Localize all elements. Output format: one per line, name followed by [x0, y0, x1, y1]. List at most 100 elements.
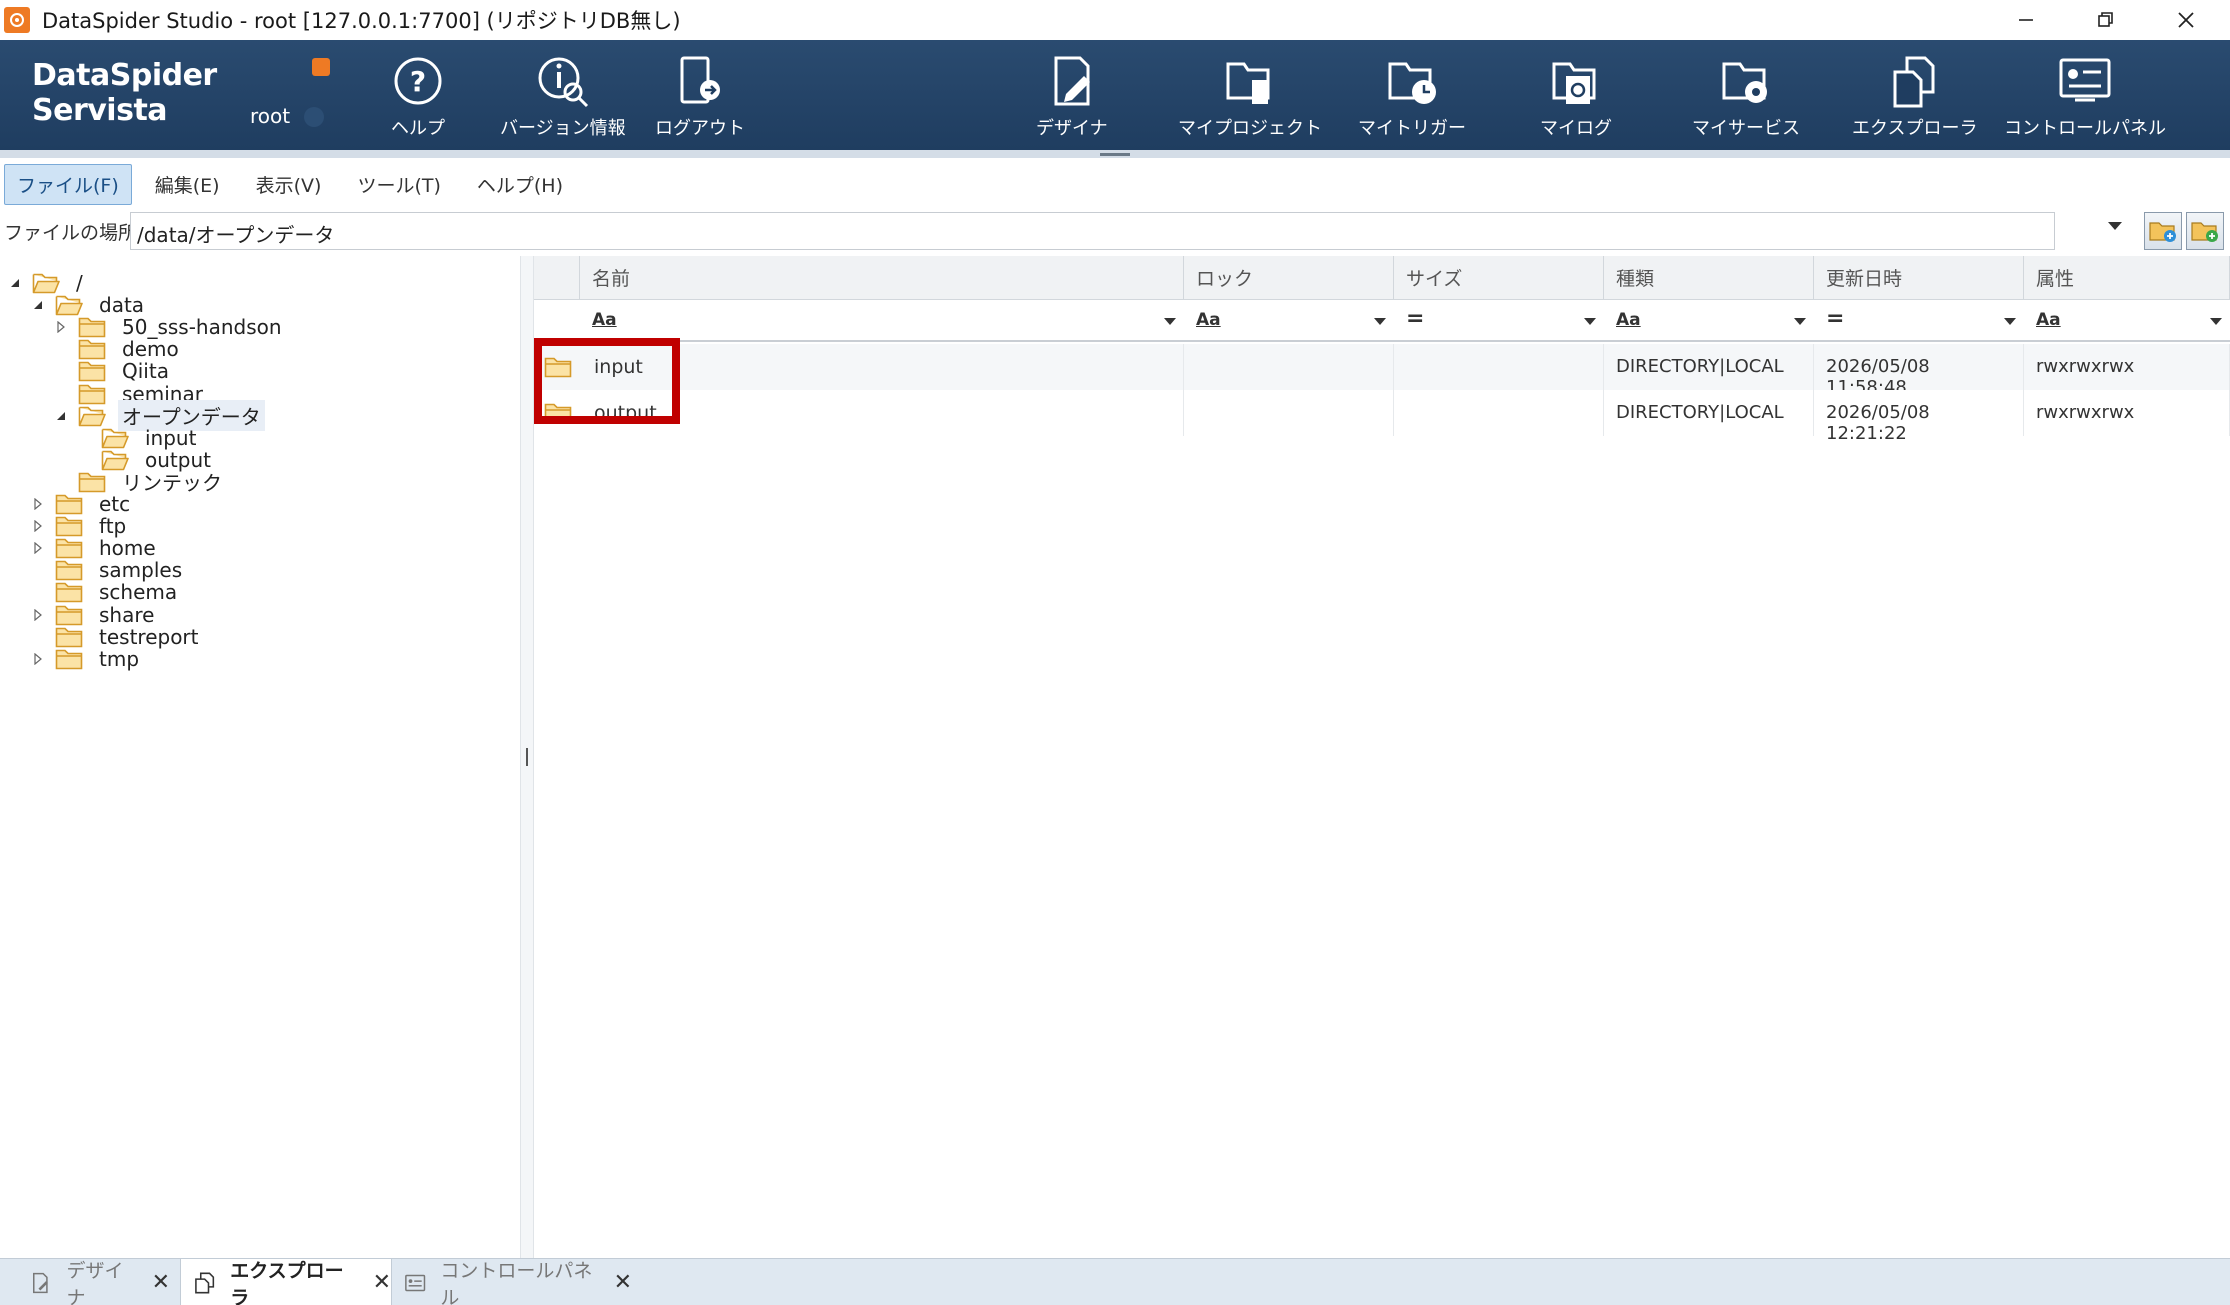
filter-kind[interactable]: Aa	[1604, 300, 1814, 342]
tab-explorer[interactable]: エクスプローラ ✕	[180, 1259, 392, 1305]
location-dropdown-icon[interactable]	[2108, 222, 2122, 230]
filter-updated[interactable]: =	[1814, 300, 2024, 342]
cell-lock	[1184, 344, 1394, 390]
my-trigger-button[interactable]: マイトリガー	[1358, 54, 1466, 144]
cell-lock	[1184, 390, 1394, 436]
expand-arrow-icon[interactable]	[31, 652, 45, 666]
filter-dropdown-icon	[1164, 318, 1176, 325]
cell-size	[1394, 344, 1604, 390]
minimize-icon	[2019, 19, 2033, 21]
column-header-kind[interactable]: 種類	[1604, 256, 1814, 300]
version-info-button[interactable]: バージョン情報	[500, 54, 626, 144]
filter-kind-mode: Aa	[1616, 310, 1641, 330]
my-log-icon	[1552, 62, 1596, 104]
folder-tree: / data 50_sss-handson demo Qiita seminar オープンデ…	[0, 256, 520, 1256]
cell-size	[1394, 390, 1604, 436]
filter-attr[interactable]: Aa	[2024, 300, 2230, 342]
my-project-button[interactable]: マイプロジェクト	[1178, 54, 1322, 144]
filter-attr-mode: Aa	[2036, 310, 2061, 330]
expand-arrow-icon[interactable]	[31, 519, 45, 533]
filter-lock[interactable]: Aa	[1184, 300, 1394, 342]
tab-explorer-close-icon[interactable]: ✕	[373, 1270, 391, 1295]
filter-dropdown-icon	[1374, 318, 1386, 325]
collapse-arrow-icon[interactable]	[8, 276, 22, 290]
menu-file[interactable]: ファイル(F)	[4, 163, 132, 205]
brand-badge-icon	[312, 58, 330, 76]
explorer-label: エクスプローラ	[1852, 118, 1978, 139]
explorer-button[interactable]: エクスプローラ	[1852, 54, 1977, 144]
expand-arrow-icon[interactable]	[31, 541, 45, 555]
logout-label: ログアウト	[655, 118, 745, 139]
collapse-arrow-icon[interactable]	[54, 409, 68, 423]
expand-arrow-icon[interactable]	[31, 608, 45, 622]
user-status-icon	[304, 107, 324, 127]
filter-dropdown-icon	[1794, 318, 1806, 325]
tab-designer[interactable]: デザイナ ✕	[18, 1259, 170, 1305]
logout-button[interactable]: ログアウト	[655, 54, 745, 144]
column-header-lock[interactable]: ロック	[1184, 256, 1394, 300]
designer-button[interactable]: デザイナ	[1036, 54, 1108, 144]
my-log-label: マイログ	[1540, 118, 1612, 139]
new-folder-button[interactable]	[2144, 212, 2182, 250]
new-file-button[interactable]	[2186, 212, 2224, 250]
tab-control-panel-close-icon[interactable]: ✕	[614, 1270, 632, 1295]
my-trigger-label: マイトリガー	[1358, 118, 1466, 139]
help-button[interactable]: ? ヘルプ	[390, 54, 446, 144]
location-input[interactable]: /data/オープンデータ	[130, 212, 2055, 250]
filter-name[interactable]: Aa	[580, 300, 1184, 342]
tab-designer-close-icon[interactable]: ✕	[152, 1270, 170, 1295]
expand-arrow-icon[interactable]	[31, 497, 45, 511]
my-log-button[interactable]: マイログ	[1540, 54, 1612, 144]
restore-button[interactable]	[2064, 0, 2148, 40]
column-header-attr[interactable]: 属性	[2024, 256, 2230, 300]
app-icon	[4, 7, 30, 33]
new-folder-icon	[2149, 222, 2176, 242]
version-info-icon	[538, 57, 588, 108]
menu-edit[interactable]: 編集(E)	[142, 164, 233, 205]
cell-attr: rwxrwxrwx	[2024, 390, 2230, 436]
folder-icon	[55, 648, 83, 670]
menu-bar: ファイル(F) 編集(E) 表示(V) ツール(T) ヘルプ(H)	[0, 158, 2230, 210]
control-panel-button[interactable]: コントロールパネル	[2004, 54, 2166, 144]
column-header-updated[interactable]: 更新日時	[1814, 256, 2024, 300]
menu-view[interactable]: 表示(V)	[243, 164, 335, 205]
close-button[interactable]	[2144, 0, 2228, 40]
control-panel-tab-icon	[405, 1274, 426, 1291]
my-service-label: マイサービス	[1692, 118, 1800, 139]
filter-dropdown-icon	[1584, 318, 1596, 325]
column-header-size[interactable]: サイズ	[1394, 256, 1604, 300]
designer-tab-icon	[33, 1272, 48, 1293]
current-user: root	[250, 104, 291, 128]
my-service-button[interactable]: マイサービス	[1692, 54, 1800, 144]
menu-tool[interactable]: ツール(T)	[344, 164, 453, 205]
brand: DataSpider Servista root	[32, 58, 342, 138]
restore-icon	[2098, 12, 2113, 27]
my-project-label: マイプロジェクト	[1178, 118, 1322, 139]
cell-attr: rwxrwxrwx	[2024, 344, 2230, 390]
collapse-arrow-icon[interactable]	[31, 298, 45, 312]
cell-updated: 2026/05/08 12:21:22	[1814, 390, 2024, 444]
tab-control-panel[interactable]: コントロールパネル ✕	[392, 1259, 632, 1305]
filter-lock-mode: Aa	[1196, 310, 1221, 330]
cell-updated: 2026/05/08 11:58:48	[1814, 344, 2024, 398]
filter-corner	[534, 300, 580, 342]
location-bar: ファイルの場所 /data/オープンデータ	[0, 210, 2230, 254]
filter-dropdown-icon	[2210, 318, 2222, 325]
expand-arrow-icon[interactable]	[54, 320, 68, 334]
filter-size[interactable]: =	[1394, 300, 1604, 342]
svg-text:?: ?	[410, 65, 426, 98]
tab-explorer-label: エクスプローラ	[230, 1259, 344, 1305]
tab-control-panel-label: コントロールパネル	[440, 1259, 593, 1305]
column-header-name[interactable]: 名前	[580, 256, 1184, 300]
help-label: ヘルプ	[391, 118, 445, 139]
filter-updated-mode: =	[1826, 306, 1845, 331]
tree-item-tmp[interactable]: tmp	[31, 644, 143, 674]
menu-help[interactable]: ヘルプ(H)	[464, 164, 576, 205]
minimize-button[interactable]	[1984, 0, 2068, 40]
window-title: DataSpider Studio - root [127.0.0.1:7700…	[42, 9, 681, 33]
title-bar: DataSpider Studio - root [127.0.0.1:7700…	[0, 0, 2230, 40]
